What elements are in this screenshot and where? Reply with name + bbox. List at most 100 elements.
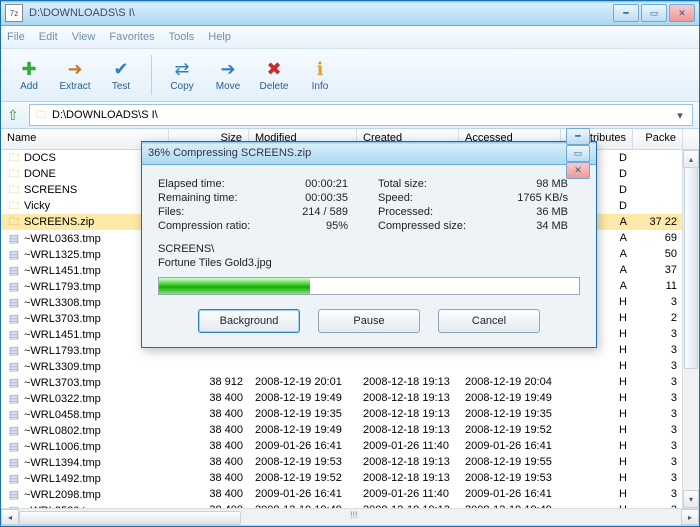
file-name: DOCS (24, 152, 56, 164)
close-button[interactable]: ✕ (669, 4, 695, 22)
dialog-maximize-button[interactable]: ▭ (566, 145, 590, 162)
tmp-icon: ▤ (7, 248, 21, 261)
delete-button[interactable]: ✖Delete (252, 51, 296, 99)
dialog-close-button[interactable]: ✕ (566, 162, 590, 179)
file-name: ~WRL3703.tmp (24, 313, 101, 325)
file-name: ~WRL1793.tmp (24, 281, 101, 293)
file-packed: 3 (633, 488, 683, 500)
file-name: ~WRL1793.tmp (24, 345, 101, 357)
tmp-icon: ▤ (7, 504, 21, 509)
tmp-icon: ▤ (7, 328, 21, 341)
file-name: ~WRL3703.tmp (24, 377, 101, 389)
stat-label: Total size: (378, 177, 478, 191)
table-row[interactable]: ▤~WRL3309.tmpH3 (1, 358, 699, 374)
table-row[interactable]: ▤~WRL0322.tmp38 4002008-12-19 19:492008-… (1, 390, 699, 406)
file-attr: H (561, 392, 633, 404)
cancel-button[interactable]: Cancel (438, 309, 540, 333)
file-accessed: 2009-01-26 16:41 (459, 488, 561, 500)
file-modified: 2008-12-19 19:49 (249, 424, 357, 436)
file-packed: 3 (633, 376, 683, 388)
progress-dialog: 36% Compressing SCREENS.zip ━ ▭ ✕ Elapse… (141, 141, 597, 348)
add-button[interactable]: ✚Add (7, 51, 51, 99)
file-modified: 2008-12-19 19:49 (249, 392, 357, 404)
dialog-minimize-button[interactable]: ━ (566, 128, 590, 145)
menu-favorites[interactable]: Favorites (109, 31, 154, 43)
menubar: File Edit View Favorites Tools Help (1, 26, 699, 49)
menu-edit[interactable]: Edit (39, 31, 58, 43)
tmp-icon: ▤ (7, 376, 21, 389)
table-row[interactable]: ▤~WRL2580.tmp38 4002008-12-19 19:492008-… (1, 502, 699, 508)
file-name: ~WRL0458.tmp (24, 409, 101, 421)
extract-button[interactable]: ➜Extract (53, 51, 97, 99)
file-accessed: 2008-12-19 19:52 (459, 424, 561, 436)
path-input[interactable]: 🗀 D:\DOWNLOADS\S I\ ▾ (29, 104, 693, 126)
minimize-button[interactable]: ━ (613, 4, 639, 22)
menu-tools[interactable]: Tools (169, 31, 195, 43)
file-created: 2008-12-18 19:13 (357, 504, 459, 508)
move-button[interactable]: ➔Move (206, 51, 250, 99)
file-name: ~WRL0363.tmp (24, 233, 101, 245)
file-accessed: 2008-12-19 19:53 (459, 472, 561, 484)
file-packed: 3 (633, 424, 683, 436)
file-attr: H (561, 424, 633, 436)
menu-view[interactable]: View (72, 31, 96, 43)
file-created: 2008-12-18 19:13 (357, 472, 459, 484)
file-packed: 3 (633, 296, 683, 308)
vertical-scrollbar[interactable]: ▴ ▾ (682, 150, 699, 508)
copy-button[interactable]: ⇄Copy (160, 51, 204, 99)
file-size: 38 400 (169, 504, 249, 508)
file-created: 2008-12-18 19:13 (357, 392, 459, 404)
table-row[interactable]: ▤~WRL0458.tmp38 4002008-12-19 19:352008-… (1, 406, 699, 422)
up-icon[interactable]: ⇧ (7, 107, 23, 123)
file-attr: H (561, 376, 633, 388)
main-window: 7z D:\DOWNLOADS\S I\ ━ ▭ ✕ File Edit Vie… (0, 0, 700, 527)
file-modified: 2008-12-19 19:52 (249, 472, 357, 484)
hscroll-thumb[interactable] (19, 511, 241, 525)
file-packed: 3 (633, 472, 683, 484)
file-created: 2008-12-18 19:13 (357, 376, 459, 388)
stat-value: 00:00:35 (258, 191, 348, 205)
dialog-title: 36% Compressing SCREENS.zip (148, 147, 566, 159)
menu-help[interactable]: Help (208, 31, 231, 43)
table-row[interactable]: ▤~WRL1006.tmp38 4002009-01-26 16:412009-… (1, 438, 699, 454)
check-icon: ✔ (110, 58, 132, 80)
file-name: ~WRL3309.tmp (24, 361, 101, 373)
test-button[interactable]: ✔Test (99, 51, 143, 99)
pause-button[interactable]: Pause (318, 309, 420, 333)
table-row[interactable]: ▤~WRL1492.tmp38 4002008-12-19 19:522008-… (1, 470, 699, 486)
dialog-current-folder: SCREENS\ (158, 243, 580, 255)
app-icon: 7z (5, 4, 23, 22)
tmp-icon: ▤ (7, 408, 21, 421)
file-packed: 69 (633, 232, 683, 244)
scroll-down-icon[interactable]: ▾ (683, 490, 699, 508)
table-row[interactable]: ▤~WRL3703.tmp38 9122008-12-19 20:012008-… (1, 374, 699, 390)
background-button[interactable]: Background (198, 309, 300, 333)
file-name: ~WRL0802.tmp (24, 425, 101, 437)
file-packed: 37 (633, 264, 683, 276)
chevron-down-icon[interactable]: ▾ (672, 109, 688, 122)
scroll-left-icon[interactable]: ◂ (1, 509, 19, 525)
file-name: ~WRL3308.tmp (24, 297, 101, 309)
scroll-thumb[interactable] (684, 167, 698, 369)
file-packed: 37 22 (633, 216, 683, 228)
tmp-icon: ▤ (7, 472, 21, 485)
file-size: 38 400 (169, 392, 249, 404)
table-row[interactable]: ▤~WRL2098.tmp38 4002009-01-26 16:412009-… (1, 486, 699, 502)
stat-label: Speed: (378, 191, 478, 205)
file-modified: 2008-12-19 19:53 (249, 456, 357, 468)
scroll-right-icon[interactable]: ▸ (681, 509, 699, 525)
file-packed: 2 (633, 312, 683, 324)
table-row[interactable]: ▤~WRL0802.tmp38 4002008-12-19 19:492008-… (1, 422, 699, 438)
table-row[interactable]: ▤~WRL1394.tmp38 4002008-12-19 19:532008-… (1, 454, 699, 470)
titlebar[interactable]: 7z D:\DOWNLOADS\S I\ ━ ▭ ✕ (1, 1, 699, 26)
horizontal-scrollbar[interactable]: ◂ !!! ▸ (1, 508, 699, 525)
dialog-titlebar[interactable]: 36% Compressing SCREENS.zip ━ ▭ ✕ (142, 142, 596, 165)
col-packed[interactable]: Packe (633, 129, 683, 149)
file-name: ~WRL2580.tmp (24, 505, 101, 509)
file-attr: H (561, 504, 633, 508)
stat-label: Elapsed time: (158, 177, 258, 191)
info-button[interactable]: ℹInfo (298, 51, 342, 99)
maximize-button[interactable]: ▭ (641, 4, 667, 22)
menu-file[interactable]: File (7, 31, 25, 43)
scroll-up-icon[interactable]: ▴ (683, 150, 699, 168)
